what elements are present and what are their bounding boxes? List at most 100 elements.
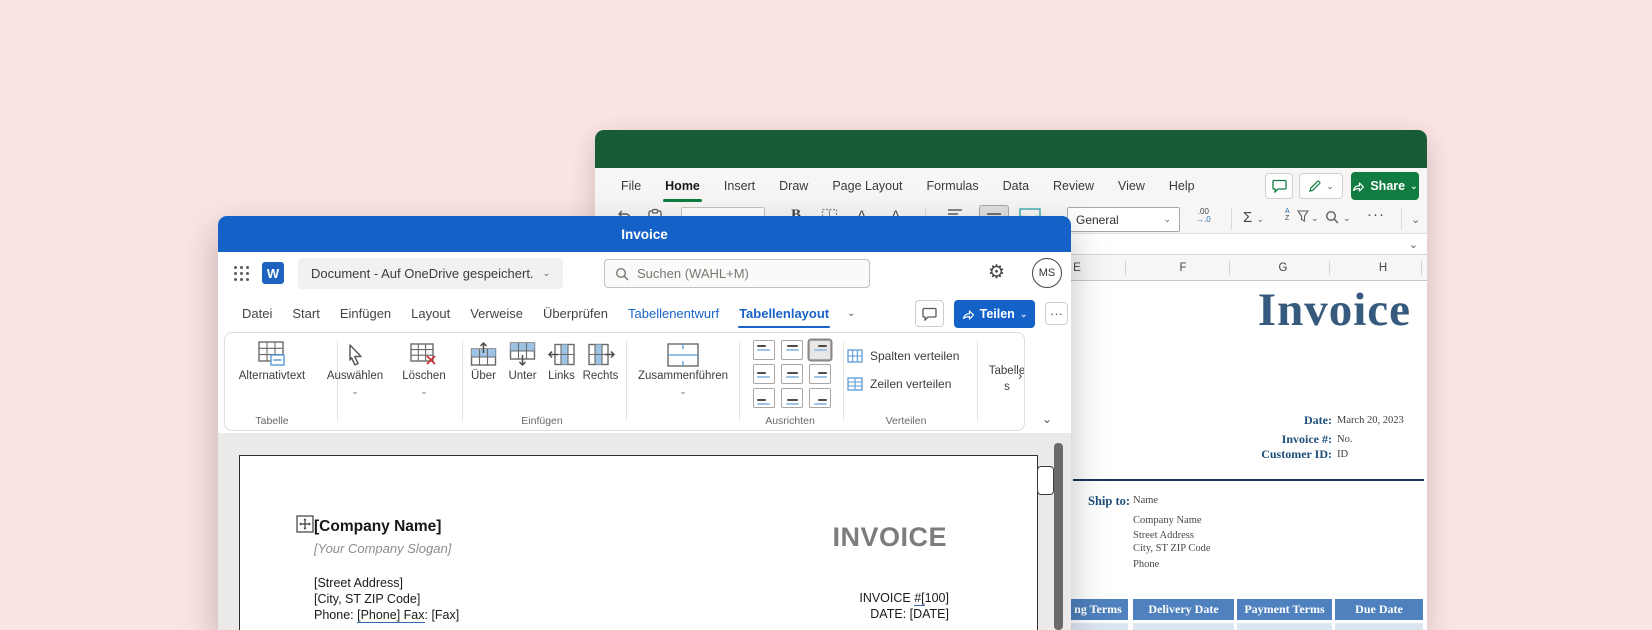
excel-tab-help[interactable]: Help [1157,168,1207,205]
comment-icon [922,307,937,321]
document-name-pill[interactable]: Document - Auf OneDrive gespeichert. ⌄ [298,258,563,289]
document-company-name[interactable]: [Company Name] [314,518,441,536]
ship-to-street[interactable]: Street Address [1133,530,1194,541]
word-tab-start[interactable]: Start [282,295,329,332]
column-header-g[interactable]: G [1271,255,1295,281]
tab-overflow-chevron-icon[interactable]: ⌄ [847,308,855,319]
word-tab-datei[interactable]: Datei [232,295,282,332]
column-header-h[interactable]: H [1371,255,1395,281]
table-header-due-date[interactable]: Due Date [1335,599,1423,620]
excel-titlebar[interactable] [595,130,1427,168]
align-middle-right-button[interactable] [809,364,831,384]
word-ribbon-panel: Alternativtext Auswählen ⌄ Löschen ⌄ [224,332,1025,431]
word-app-icon[interactable]: W [262,262,284,284]
word-comments-button[interactable] [915,300,944,327]
ship-to-city[interactable]: City, ST ZIP Code [1133,543,1211,554]
customer-id-value[interactable]: ID [1337,449,1348,460]
formula-bar-expand-chevron-icon[interactable]: ⌄ [1409,238,1418,251]
document-city[interactable]: [City, ST ZIP Code] [314,592,420,606]
merge-button[interactable]: Zusammenführen ⌄ [628,340,738,397]
decrease-decimal-icon[interactable]: .00 →.0 [1196,208,1211,224]
user-avatar[interactable]: MS [1032,258,1062,288]
insert-above-button[interactable]: Über [465,340,502,382]
excel-tab-formulas[interactable]: Formulas [915,168,991,205]
document-invoice-heading: INVOICE [832,522,947,553]
excel-tab-review[interactable]: Review [1041,168,1106,205]
excel-tab-draw[interactable]: Draw [767,168,820,205]
align-top-left-button[interactable] [753,340,775,360]
align-top-right-button[interactable] [809,340,831,360]
delete-button[interactable]: Löschen ⌄ [392,340,456,397]
alt-text-button[interactable]: Alternativtext [229,340,315,382]
word-tab-einfuegen[interactable]: Einfügen [330,295,401,332]
table-move-handle-icon[interactable] [296,515,314,533]
ship-to-company[interactable]: Company Name [1133,515,1202,526]
search-box[interactable] [604,259,870,288]
date-value[interactable]: March 20, 2023 [1337,415,1404,426]
ribbon-separator [1401,208,1402,230]
excel-comments-button[interactable] [1265,173,1293,199]
share-icon [962,308,975,320]
excel-tab-view[interactable]: View [1106,168,1157,205]
column-header-f[interactable]: F [1171,255,1195,281]
excel-ribbon-overflow-button[interactable]: ··· [1367,206,1385,223]
table-header-payment-terms[interactable]: Payment Terms [1237,599,1332,620]
select-button[interactable]: Auswählen ⌄ [323,340,387,397]
excel-editing-mode-button[interactable]: ⌄ [1299,173,1343,199]
settings-gear-icon[interactable]: ⚙ [988,262,1005,284]
align-bottom-right-button[interactable] [809,388,831,408]
table-row-cell[interactable] [1133,623,1234,630]
excel-tab-page-layout[interactable]: Page Layout [820,168,914,205]
excel-tab-home[interactable]: Home [653,168,712,205]
grammar-underline: #[ [914,591,924,606]
ship-to-phone[interactable]: Phone [1133,559,1159,570]
align-bottom-center-button[interactable] [781,388,803,408]
pencil-icon [1308,180,1321,193]
word-tab-ueberpruefen[interactable]: Überprüfen [533,295,618,332]
word-share-button[interactable]: Teilen ⌄ [954,300,1035,328]
insert-left-button[interactable]: Links [543,340,580,382]
distribute-columns-button[interactable]: Spalten verteilen [847,349,959,363]
document-invoice-meta[interactable]: INVOICE #[100] DATE: [DATE] [859,590,949,622]
align-bottom-left-button[interactable] [753,388,775,408]
app-launcher-icon[interactable] [234,266,249,281]
table-header-delivery-date[interactable]: Delivery Date [1133,599,1234,620]
autosum-button[interactable]: Σ ⌄ [1243,209,1264,226]
word-tab-tabellenentwurf[interactable]: Tabellenentwurf [618,295,729,332]
excel-share-button[interactable]: Share ⌄ [1351,172,1419,200]
document-phone-line[interactable]: Phone: [Phone] Fax: [Fax] [314,608,459,622]
ribbon-collapse-chevron-icon[interactable]: ⌄ [1042,412,1052,426]
word-tab-layout[interactable]: Layout [401,295,460,332]
sort-filter-button[interactable]: A Z [1285,208,1290,222]
word-ribbon-overflow-button[interactable]: ··· [1045,302,1068,325]
distribute-rows-button[interactable]: Zeilen verteilen [847,377,951,391]
ribbon-collapse-chevron-icon[interactable]: ⌄ [1411,213,1420,226]
align-middle-left-button[interactable] [753,364,775,384]
word-tab-verweise[interactable]: Verweise [460,295,533,332]
table-row-cell[interactable] [1237,623,1332,630]
document-page[interactable]: [Company Name] [Your Company Slogan] [St… [239,455,1038,630]
insert-below-button[interactable]: Unter [504,340,541,382]
invoice-number-value[interactable]: No. [1337,434,1352,445]
find-icon[interactable] [1325,210,1339,224]
align-middle-center-button[interactable] [781,364,803,384]
document-street[interactable]: [Street Address] [314,576,403,590]
word-tab-tabellenlayout[interactable]: Tabellenlayout [729,295,839,332]
align-top-center-button[interactable] [781,340,803,360]
table-header-shipping-terms[interactable]: ng Terms [1068,599,1128,620]
word-titlebar[interactable]: Invoice [218,216,1071,252]
table-row-cell[interactable] [1068,623,1128,630]
search-input[interactable] [637,266,837,281]
excel-tab-data[interactable]: Data [991,168,1041,205]
insert-right-button[interactable]: Rechts [582,340,619,382]
ribbon-scroll-right-chevron-icon[interactable]: › [1018,368,1022,383]
page-edge-handle[interactable] [1037,466,1054,495]
ship-to-name[interactable]: Name [1133,495,1158,506]
excel-tab-file[interactable]: File [609,168,653,205]
table-row-cell[interactable] [1335,623,1423,630]
document-slogan[interactable]: [Your Company Slogan] [314,541,451,556]
grammar-underline: [Phone] Fax [357,608,424,623]
number-format-dropdown[interactable]: General ⌄ [1067,207,1180,232]
excel-tab-insert[interactable]: Insert [712,168,767,205]
vertical-scrollbar-thumb[interactable] [1054,443,1063,630]
